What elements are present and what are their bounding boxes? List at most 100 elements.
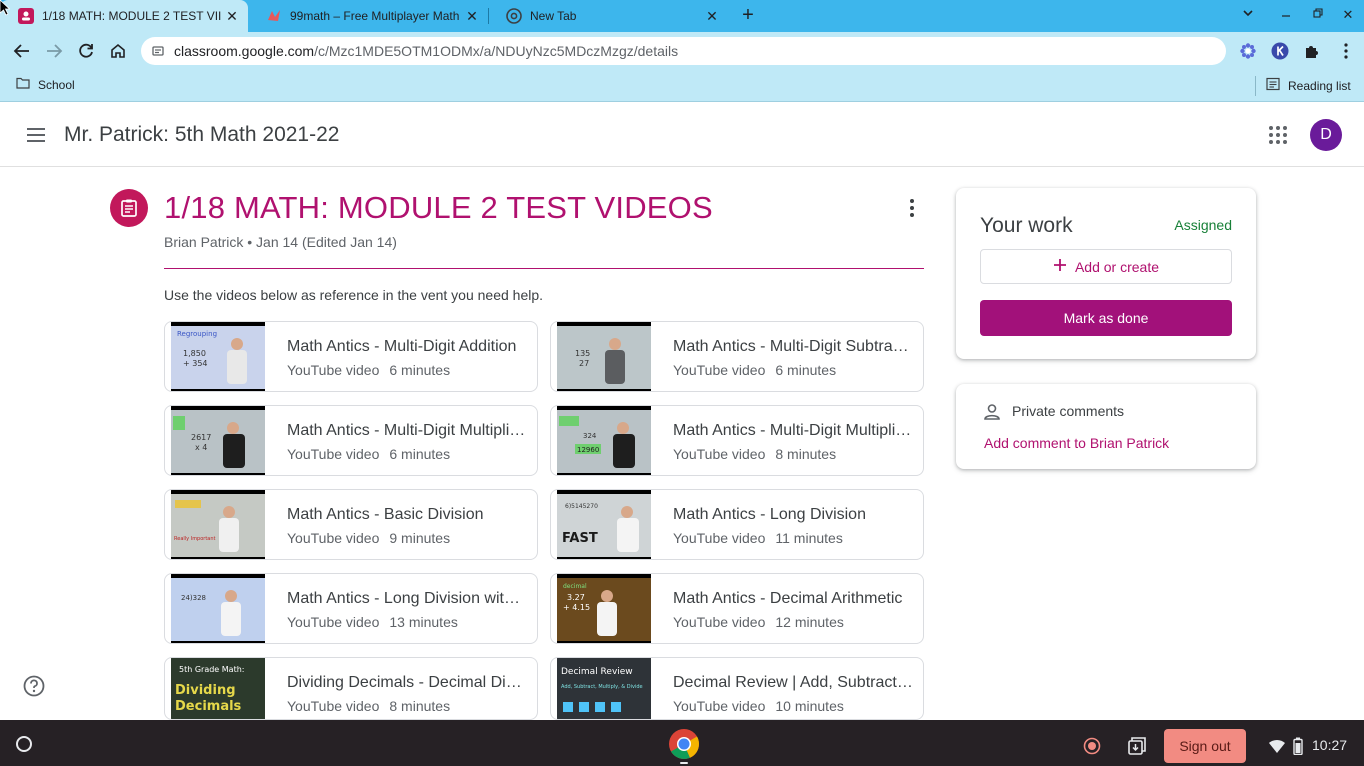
video-thumbnail: 6)5145270 FAST xyxy=(557,490,651,559)
video-thumbnail: Decimal Review Add, Subtract, Multiply, … xyxy=(557,658,651,719)
video-thumbnail: 135 27 xyxy=(557,322,651,391)
your-work-panel: Your work Assigned Add or create Mark as… xyxy=(956,188,1256,359)
chrome-app-icon[interactable] xyxy=(667,727,701,761)
video-thumbnail: 2617 x 4 xyxy=(171,406,265,475)
private-comments-panel: Private comments Add comment to Brian Pa… xyxy=(956,384,1256,469)
svg-text:24)328: 24)328 xyxy=(181,594,206,602)
add-comment-link[interactable]: Add comment to Brian Patrick xyxy=(984,435,1169,451)
google-apps-icon[interactable] xyxy=(1266,123,1290,147)
url-text: classroom.google.com/c/Mzc1MDE5OTM1ODMx/… xyxy=(174,43,679,59)
close-tab-icon[interactable]: ✕ xyxy=(704,8,720,25)
home-icon[interactable] xyxy=(107,40,129,62)
tab-new-tab[interactable]: New Tab ✕ xyxy=(488,0,728,32)
video-card[interactable]: 135 27 Math Antics - Multi-Digit Subtrac… xyxy=(550,321,924,392)
person-icon xyxy=(982,402,1002,422)
sign-out-button[interactable]: Sign out xyxy=(1164,729,1246,763)
svg-text:+ 354: + 354 xyxy=(183,359,208,368)
reading-list-button[interactable]: Reading list xyxy=(1266,77,1351,94)
forward-icon[interactable] xyxy=(43,40,65,62)
video-card[interactable]: 2617 x 4 Math Antics - Multi-Digit Multi… xyxy=(164,405,538,476)
svg-text:Decimal Review: Decimal Review xyxy=(561,667,633,677)
video-card[interactable]: 6)5145270 FAST Math Antics - Long Divisi… xyxy=(550,489,924,560)
status-badge: Assigned xyxy=(1174,217,1232,233)
mouse-cursor-icon xyxy=(0,0,11,16)
extension-flower-icon[interactable] xyxy=(1238,41,1258,61)
svg-text:5th Grade Math:: 5th Grade Math: xyxy=(179,665,244,674)
tab-search-icon[interactable] xyxy=(1240,7,1256,22)
video-card[interactable]: Really Important Math Antics - Basic Div… xyxy=(164,489,538,560)
bookmark-folder-school[interactable]: School xyxy=(16,77,75,92)
mark-as-done-button[interactable]: Mark as done xyxy=(980,300,1232,336)
launcher-icon[interactable] xyxy=(16,736,32,752)
screen-record-icon[interactable] xyxy=(1083,737,1101,755)
video-thumbnail: Really Important xyxy=(171,490,265,559)
svg-text:135: 135 xyxy=(575,349,590,358)
account-avatar[interactable]: D xyxy=(1310,119,1342,151)
svg-text:12960: 12960 xyxy=(577,446,599,454)
bookmark-separator xyxy=(1255,76,1256,96)
tab-99math[interactable]: 99math – Free Multiplayer Math ✕ xyxy=(248,0,488,32)
close-tab-icon[interactable]: ✕ xyxy=(224,8,240,25)
assignment-icon xyxy=(110,189,148,227)
svg-text:27: 27 xyxy=(579,359,589,368)
more-options-icon[interactable] xyxy=(900,196,924,220)
video-thumbnail: 5th Grade Math: Dividing Decimals xyxy=(171,658,265,719)
svg-text:6)5145270: 6)5145270 xyxy=(565,503,598,510)
minimize-icon[interactable] xyxy=(1278,7,1294,22)
close-tab-icon[interactable]: ✕ xyxy=(464,8,480,25)
bookmarks-bar: School Reading list xyxy=(0,70,1364,102)
video-card[interactable]: Regrouping 1,850 + 354 Math Antics - Mul… xyxy=(164,321,538,392)
address-bar[interactable]: classroom.google.com/c/Mzc1MDE5OTM1ODMx/… xyxy=(141,37,1226,65)
video-card[interactable]: 5th Grade Math: Dividing Decimals Dividi… xyxy=(164,657,538,720)
tab-classroom[interactable]: 1/18 MATH: MODULE 2 TEST VII ✕ xyxy=(0,0,248,32)
assignment-title: 1/18 MATH: MODULE 2 TEST VIDEOS xyxy=(164,190,713,225)
new-tab-button[interactable]: + xyxy=(738,4,758,28)
video-card[interactable]: 324 12960 Math Antics - Multi-Digit Mult… xyxy=(550,405,924,476)
svg-text:Dividing: Dividing xyxy=(175,683,236,698)
svg-text:3.27: 3.27 xyxy=(567,593,585,602)
battery-icon[interactable] xyxy=(1293,737,1303,756)
video-thumbnail: Regrouping 1,850 + 354 xyxy=(171,322,265,391)
close-window-icon[interactable]: ✕ xyxy=(1340,7,1356,23)
svg-text:+ 4.15: + 4.15 xyxy=(563,603,590,612)
browser-menu-icon[interactable] xyxy=(1336,41,1356,61)
extension-k-icon[interactable] xyxy=(1270,41,1290,61)
back-icon[interactable] xyxy=(11,40,33,62)
svg-text:2617: 2617 xyxy=(191,433,211,442)
add-or-create-button[interactable]: Add or create xyxy=(980,249,1232,284)
svg-text:Really Important: Really Important xyxy=(174,536,216,542)
video-card[interactable]: 24)328 Math Antics - Long Division with … xyxy=(164,573,538,644)
tote-icon[interactable] xyxy=(1127,736,1147,756)
hamburger-menu-icon[interactable] xyxy=(24,123,48,147)
svg-text:324: 324 xyxy=(583,432,597,440)
site-info-icon[interactable] xyxy=(151,44,165,58)
help-icon[interactable] xyxy=(22,674,46,698)
svg-text:1,850: 1,850 xyxy=(183,349,206,358)
restore-icon[interactable] xyxy=(1310,7,1326,22)
99math-icon xyxy=(266,8,282,24)
svg-text:Decimals: Decimals xyxy=(175,699,242,714)
wifi-icon[interactable] xyxy=(1268,738,1286,754)
tab-strip: 1/18 MATH: MODULE 2 TEST VII ✕ 99math – … xyxy=(0,0,1364,32)
classroom-header: Mr. Patrick: 5th Math 2021-22 D xyxy=(0,103,1364,167)
assignment-description: Use the videos below as reference in the… xyxy=(164,287,544,303)
folder-icon xyxy=(16,77,30,92)
video-card[interactable]: Decimal Review Add, Subtract, Multiply, … xyxy=(550,657,924,720)
svg-text:Add, Subtract, Multiply, & Div: Add, Subtract, Multiply, & Divide xyxy=(561,684,643,690)
svg-text:decimal: decimal xyxy=(563,583,587,590)
class-title[interactable]: Mr. Patrick: 5th Math 2021-22 xyxy=(64,123,339,147)
extensions-puzzle-icon[interactable] xyxy=(1302,41,1322,61)
reload-icon[interactable] xyxy=(75,40,97,62)
your-work-title: Your work xyxy=(980,214,1073,237)
video-thumbnail: decimal 3.27 + 4.15 xyxy=(557,574,651,643)
video-thumbnail: 24)328 xyxy=(171,574,265,643)
clock[interactable]: 10:27 xyxy=(1312,737,1347,753)
reading-list-icon xyxy=(1266,77,1280,94)
chrome-icon xyxy=(506,8,522,24)
svg-text:x 4: x 4 xyxy=(195,443,207,452)
title-divider xyxy=(164,268,924,269)
private-comments-label: Private comments xyxy=(1012,403,1125,419)
video-thumbnail: 324 12960 xyxy=(557,406,651,475)
video-card[interactable]: decimal 3.27 + 4.15 Math Antics - Decima… xyxy=(550,573,924,644)
svg-text:Regrouping: Regrouping xyxy=(177,330,217,338)
